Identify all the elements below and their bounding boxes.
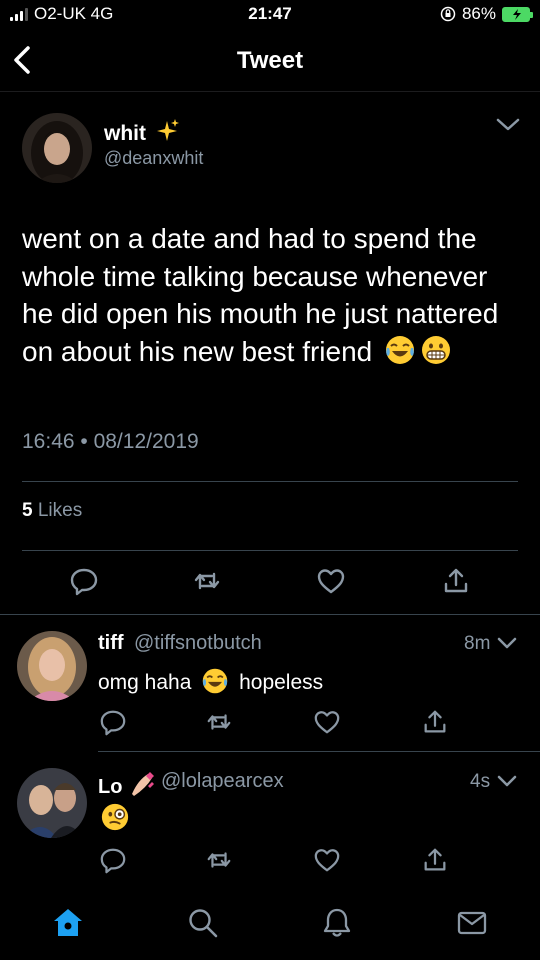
mail-icon[interactable]	[455, 906, 489, 940]
share-icon[interactable]	[421, 708, 449, 736]
reply-author-handle[interactable]: @lolapearcex	[161, 770, 284, 793]
status-bar: O2-UK 4G 21:47 86%	[0, 0, 540, 30]
heart-icon[interactable]	[313, 708, 341, 736]
reply-author-name[interactable]: tiff	[98, 632, 124, 655]
battery-icon	[502, 6, 533, 22]
retweet-icon[interactable]	[205, 846, 233, 874]
grimacing-emoji-icon	[422, 335, 451, 364]
reply-author-handle[interactable]: @tiffsnotbutch	[134, 632, 262, 655]
chevron-down-icon[interactable]	[496, 772, 518, 790]
divider	[0, 614, 540, 615]
tears-of-joy-emoji-icon	[203, 668, 228, 694]
status-right: 86%	[440, 4, 533, 24]
divider	[22, 481, 518, 482]
chevron-down-icon[interactable]	[496, 634, 518, 652]
reply-avatar[interactable]	[17, 768, 87, 838]
heart-icon[interactable]	[313, 846, 341, 874]
retweet-icon[interactable]	[192, 566, 222, 596]
retweet-icon[interactable]	[205, 708, 233, 736]
search-icon[interactable]	[186, 906, 220, 940]
share-icon[interactable]	[441, 566, 471, 596]
reply-author-name[interactable]: Lo	[98, 770, 156, 799]
reply-avatar[interactable]	[17, 631, 87, 701]
divider	[22, 550, 518, 551]
reply-time: 8m	[464, 633, 491, 654]
header-divider	[0, 91, 540, 92]
reply-text: omg haha hopeless	[98, 667, 323, 695]
tweet-timestamp: 16:46 • 08/12/2019	[22, 430, 199, 453]
bell-icon[interactable]	[320, 906, 354, 940]
orientation-lock-icon	[440, 6, 456, 22]
share-icon[interactable]	[421, 846, 449, 874]
author-handle[interactable]: @deanxwhit	[104, 148, 203, 169]
face-with-monocle-emoji-icon	[101, 803, 129, 831]
home-icon[interactable]	[51, 906, 85, 940]
divider	[98, 751, 540, 752]
page-title: Tweet	[236, 47, 304, 74]
reply-time: 4s	[470, 771, 491, 792]
likes-count[interactable]: 5 Likes	[22, 500, 82, 522]
sparkles-icon	[156, 119, 179, 141]
reply-icon[interactable]	[99, 846, 127, 874]
chevron-down-icon[interactable]	[494, 114, 522, 134]
tweet-text: went on a date and had to spend the whol…	[22, 223, 499, 367]
tears-of-joy-emoji-icon	[386, 335, 415, 364]
top-nav: Tweet	[0, 30, 540, 92]
heart-icon[interactable]	[316, 566, 346, 596]
author-name[interactable]: whit	[104, 118, 180, 146]
nail-polish-emoji-icon	[132, 772, 154, 796]
reply-icon[interactable]	[69, 566, 99, 596]
author-avatar[interactable]	[22, 113, 92, 183]
battery-percent: 86%	[461, 4, 496, 23]
reply-icon[interactable]	[99, 708, 127, 736]
